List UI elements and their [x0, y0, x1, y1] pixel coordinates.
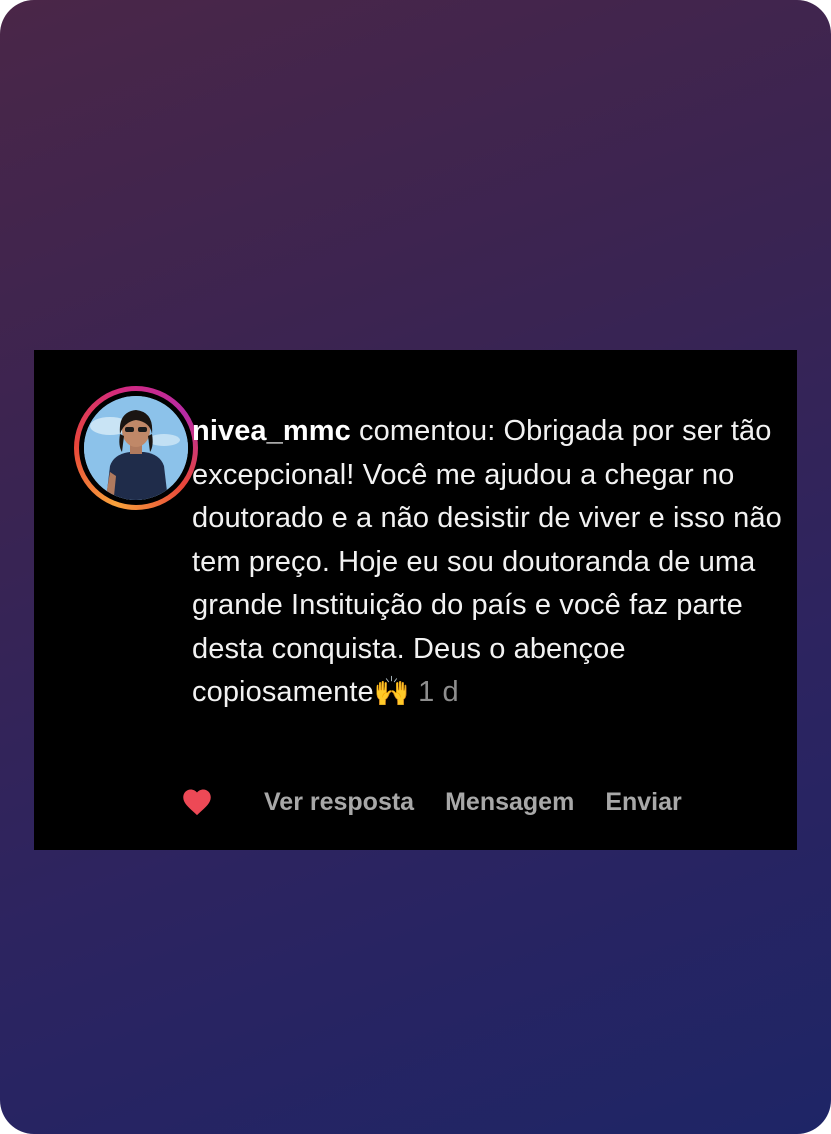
comment-body: comentou: Obrigada por ser tão excepcion…: [192, 415, 782, 708]
send-button[interactable]: Enviar: [605, 788, 681, 817]
story-ring[interactable]: [74, 386, 198, 510]
username[interactable]: nivea_mmc: [192, 415, 351, 447]
avatar[interactable]: [84, 396, 188, 500]
avatar-photo-image: [84, 396, 188, 500]
heart-icon[interactable]: [182, 788, 212, 816]
message-button[interactable]: Mensagem: [445, 788, 574, 817]
raised-hands-emoji: 🙌: [373, 676, 410, 708]
action-row: Ver resposta Mensagem Enviar: [182, 784, 713, 820]
comment-text: nivea_mmc comentou: Obrigada por ser tão…: [192, 410, 782, 715]
notification-card: nivea_mmc comentou: Obrigada por ser tão…: [34, 350, 797, 850]
view-reply-button[interactable]: Ver resposta: [264, 788, 414, 817]
background-frame: nivea_mmc comentou: Obrigada por ser tão…: [0, 0, 831, 1134]
timestamp: 1 d: [418, 676, 459, 708]
